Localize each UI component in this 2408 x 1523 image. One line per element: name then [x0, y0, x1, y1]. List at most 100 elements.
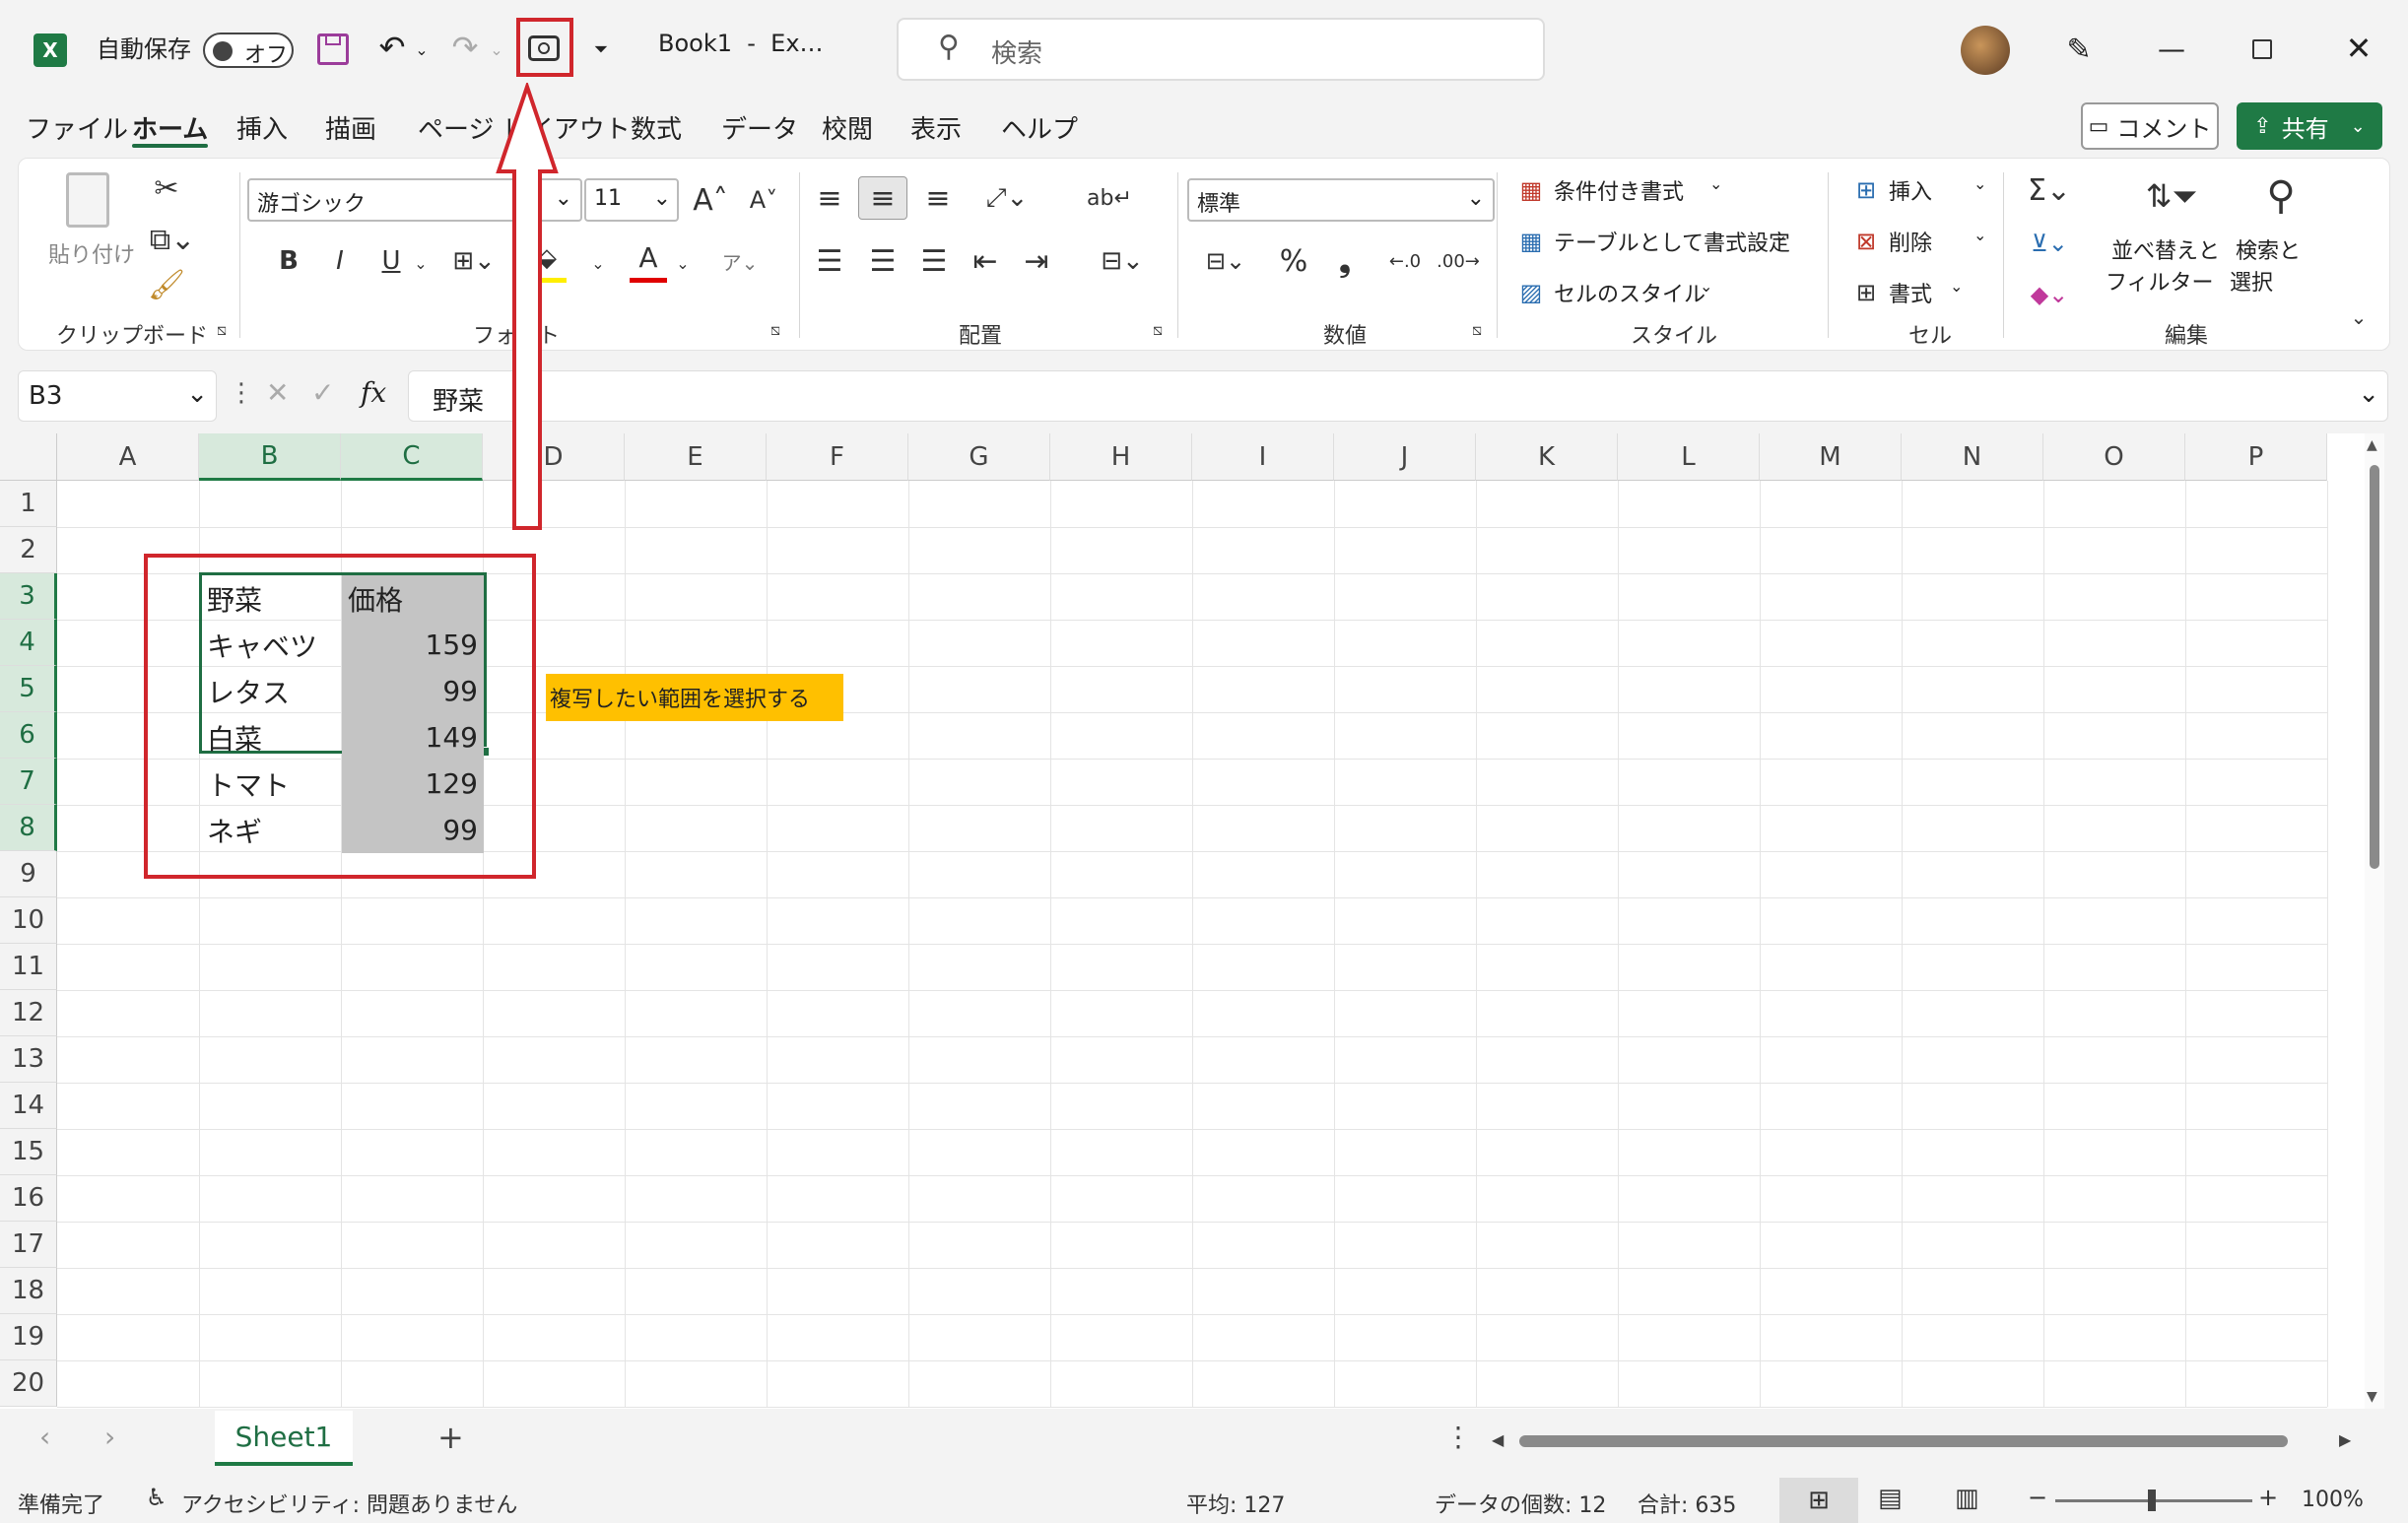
minimize-icon[interactable]: —	[2148, 24, 2195, 73]
tab-file[interactable]: ファイル	[26, 99, 128, 156]
close-icon[interactable]: ✕	[2339, 24, 2378, 73]
decrease-indent-icon[interactable]: ⇤	[963, 239, 1008, 283]
h-scroll-thumb[interactable]	[1519, 1435, 2288, 1447]
cell-styles-icon[interactable]: ▨	[1514, 273, 1548, 312]
format-as-table-icon[interactable]: ▦	[1514, 222, 1548, 261]
zoom-slider[interactable]	[2055, 1490, 2252, 1511]
insert-cells-icon[interactable]: ⊞	[1849, 170, 1883, 210]
phonetic-icon[interactable]: ア⌄	[708, 239, 771, 283]
row-header-10[interactable]: 10	[0, 897, 57, 944]
scroll-down-icon[interactable]: ▼	[2367, 1389, 2377, 1405]
italic-button[interactable]: I	[320, 239, 360, 283]
chevron-down-icon[interactable]: ⌄	[1709, 174, 1722, 193]
sheet-options-icon[interactable]: ⋮	[1444, 1421, 1472, 1453]
accessibility-status[interactable]: アクセシビリティ: 問題ありません	[181, 1488, 517, 1519]
cut-icon[interactable]: ✂	[147, 168, 186, 208]
row-header-15[interactable]: 15	[0, 1129, 57, 1175]
status-average[interactable]: 平均: 127	[1186, 1488, 1285, 1519]
column-header-M[interactable]: M	[1760, 433, 1902, 481]
sort-filter-label-1[interactable]: 並べ替えと	[2111, 233, 2220, 265]
add-sheet-icon[interactable]: +	[437, 1419, 464, 1456]
column-header-F[interactable]: F	[767, 433, 908, 481]
paste-label[interactable]: 貼り付け	[48, 237, 135, 269]
sheet-tab[interactable]: Sheet1	[215, 1411, 353, 1466]
tab-formulas[interactable]: 数式	[631, 99, 682, 156]
tab-insert[interactable]: 挿入	[236, 99, 288, 156]
cell-styles-label[interactable]: セルのスタイル	[1554, 277, 1706, 308]
align-bottom-icon[interactable]: ≡	[915, 176, 961, 220]
find-select-label-1[interactable]: 検索と	[2236, 233, 2301, 265]
status-count[interactable]: データの個数: 12	[1435, 1488, 1606, 1519]
column-header-K[interactable]: K	[1476, 433, 1618, 481]
horizontal-scrollbar[interactable]: ◀ ▶	[1486, 1430, 2361, 1452]
row-header-5[interactable]: 5	[0, 666, 57, 712]
search-box[interactable]: ⚲ 検索	[897, 18, 1545, 81]
underline-dropdown-icon[interactable]: ⌄	[411, 243, 431, 283]
percent-button[interactable]: %	[1272, 239, 1315, 283]
format-painter-icon[interactable]: 🖌	[147, 265, 186, 304]
underline-button[interactable]: U	[371, 239, 411, 283]
column-header-B[interactable]: B	[199, 433, 341, 481]
row-header-20[interactable]: 20	[0, 1360, 57, 1407]
redo-dropdown-icon[interactable]: ⌄	[487, 30, 506, 69]
align-center-icon[interactable]: ☰	[860, 239, 905, 283]
row-header-18[interactable]: 18	[0, 1268, 57, 1314]
delete-cells-icon[interactable]: ⊠	[1849, 222, 1883, 261]
comma-button[interactable]: ❟	[1325, 239, 1365, 283]
page-break-view-icon[interactable]: ▥	[1955, 1484, 1979, 1513]
sort-filter-icon[interactable]: ⇅⏷	[2137, 168, 2206, 224]
bold-button[interactable]: B	[269, 239, 308, 283]
clipboard-launcher-icon[interactable]: ⧅	[212, 320, 232, 340]
zoom-level[interactable]: 100%	[2302, 1488, 2364, 1512]
zoom-out-icon[interactable]: −	[2028, 1484, 2047, 1511]
customize-quick-access-icon[interactable]: ⏷	[587, 30, 615, 69]
pen-icon[interactable]: ✎	[2059, 28, 2099, 71]
currency-format-icon[interactable]: ⊟⌄	[1191, 239, 1260, 283]
autosum-icon[interactable]: Σ⌄	[2025, 168, 2074, 212]
column-header-E[interactable]: E	[625, 433, 767, 481]
tab-view[interactable]: 表示	[910, 99, 962, 156]
scroll-left-icon[interactable]: ◀	[1492, 1430, 1504, 1449]
formula-input[interactable]: 野菜 ⌄	[408, 370, 2388, 422]
column-header-I[interactable]: I	[1192, 433, 1334, 481]
format-as-table-label[interactable]: テーブルとして書式設定	[1554, 226, 1790, 257]
align-middle-icon[interactable]: ≡	[858, 176, 907, 220]
orientation-icon[interactable]: ⤢⌄	[972, 176, 1041, 220]
column-header-G[interactable]: G	[908, 433, 1050, 481]
align-right-icon[interactable]: ☰	[911, 239, 957, 283]
font-launcher-icon[interactable]: ⧅	[766, 320, 785, 340]
save-icon[interactable]	[317, 33, 349, 65]
clear-icon[interactable]: ◆⌄	[2025, 273, 2074, 316]
avatar[interactable]	[1961, 26, 2010, 75]
find-select-icon[interactable]: ⚲	[2249, 168, 2312, 224]
fill-color-dropdown-icon[interactable]: ⌄	[588, 243, 608, 283]
scroll-up-icon[interactable]: ▲	[2367, 437, 2377, 453]
zoom-slider-thumb[interactable]	[2148, 1490, 2156, 1511]
row-header-9[interactable]: 9	[0, 851, 57, 897]
conditional-formatting-label[interactable]: 条件付き書式	[1554, 174, 1684, 206]
row-header-16[interactable]: 16	[0, 1175, 57, 1222]
confirm-entry-icon[interactable]: ✓	[311, 376, 334, 409]
column-header-C[interactable]: C	[341, 433, 483, 481]
row-header-13[interactable]: 13	[0, 1036, 57, 1083]
zoom-in-icon[interactable]: +	[2258, 1484, 2278, 1511]
row-header-6[interactable]: 6	[0, 712, 57, 759]
more-options-icon[interactable]: ⋮	[229, 378, 254, 408]
decrease-decimal-icon[interactable]: .00→	[1436, 239, 1481, 283]
sort-filter-label-2[interactable]: フィルター	[2106, 265, 2214, 297]
comment-button[interactable]: ▭ コメント	[2081, 102, 2219, 150]
row-header-8[interactable]: 8	[0, 805, 57, 851]
row-header-3[interactable]: 3	[0, 573, 57, 620]
tab-help[interactable]: ヘルプ	[1001, 99, 1078, 156]
status-sum[interactable]: 合計: 635	[1638, 1488, 1736, 1519]
collapse-ribbon-icon[interactable]: ⌄	[2344, 302, 2374, 332]
normal-view-icon[interactable]: ⊞	[1779, 1478, 1858, 1523]
paste-icon[interactable]	[66, 172, 109, 228]
vertical-scrollbar[interactable]: ▲ ▼	[2365, 433, 2384, 1409]
cancel-entry-icon[interactable]: ✕	[266, 376, 289, 409]
prev-sheet-icon[interactable]: ‹	[39, 1421, 50, 1453]
row-header-4[interactable]: 4	[0, 620, 57, 666]
conditional-formatting-icon[interactable]: ▦	[1514, 170, 1548, 210]
merge-center-icon[interactable]: ⊟⌄	[1083, 239, 1162, 283]
format-cells-icon[interactable]: ⊞	[1849, 273, 1883, 312]
